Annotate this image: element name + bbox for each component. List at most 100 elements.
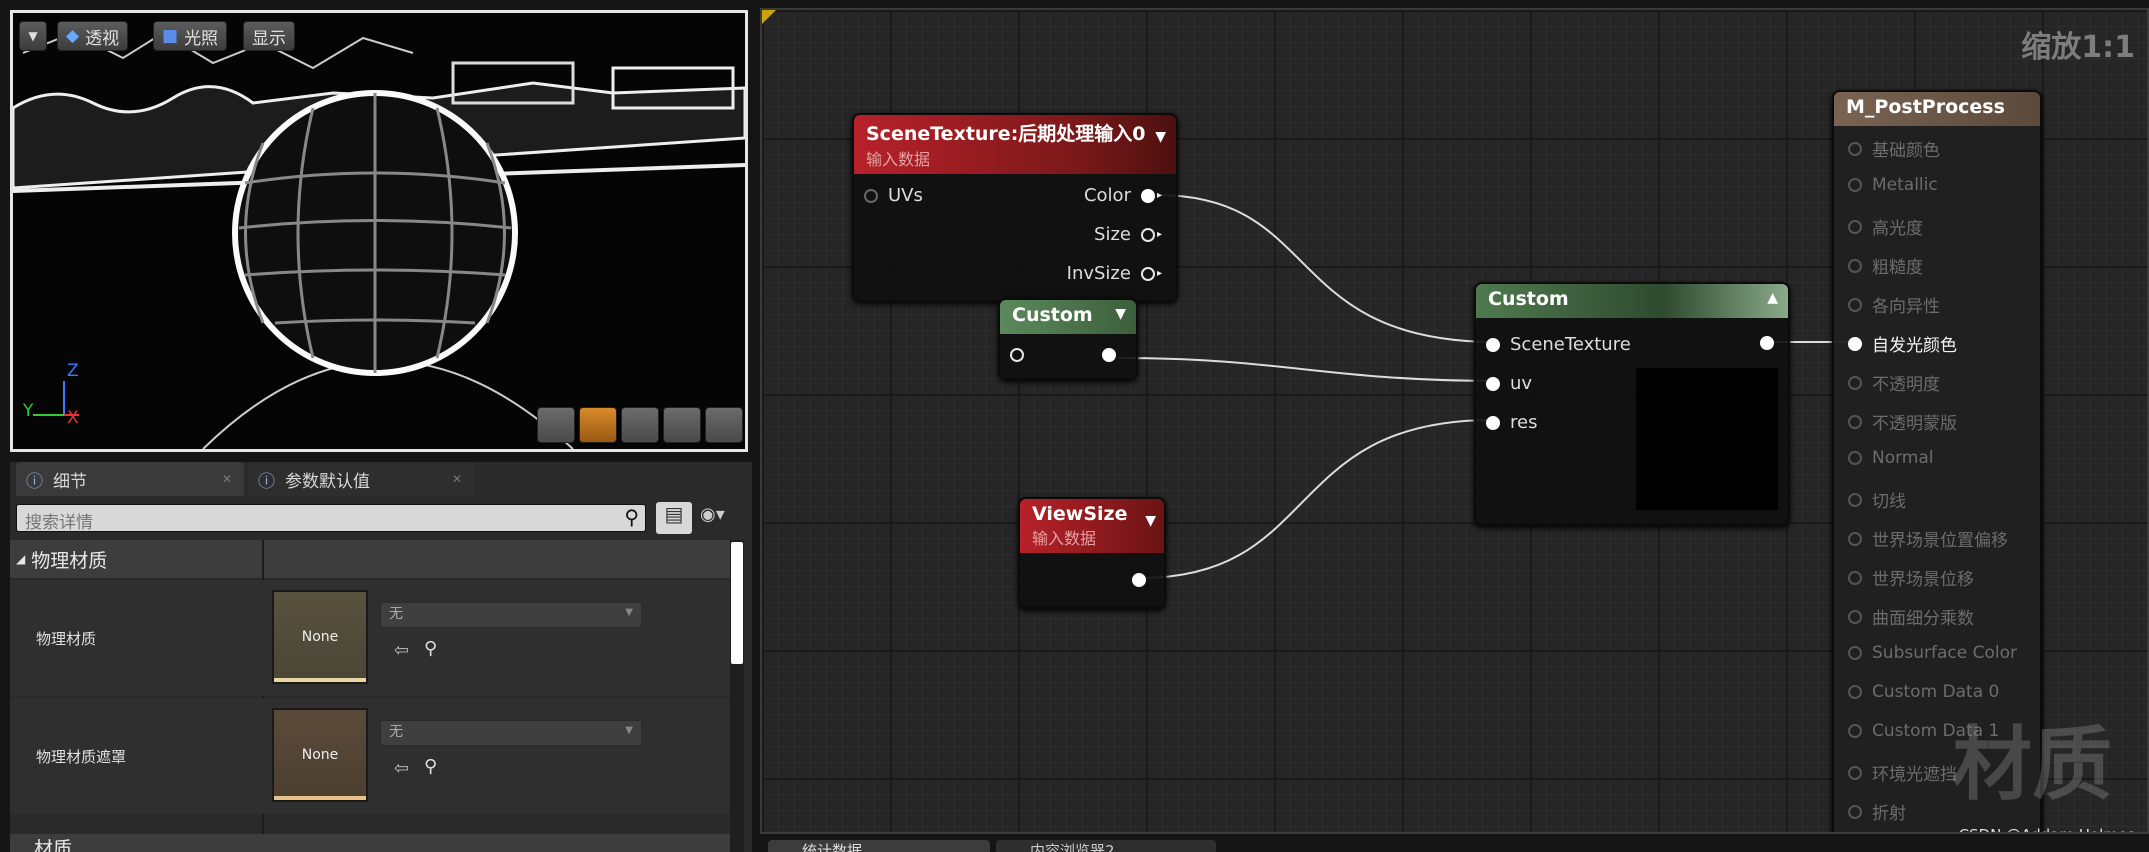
tab-details[interactable]: ⓘ 细节 ✕ bbox=[16, 462, 244, 496]
credit-text: CSDN @Addam Holmes bbox=[1959, 826, 2135, 832]
input-pin-icon[interactable] bbox=[1848, 336, 1862, 351]
cylinder-preview-button[interactable] bbox=[537, 407, 575, 443]
browse-search-icon[interactable]: ⚲ bbox=[424, 638, 437, 659]
output-pin-icon[interactable] bbox=[1102, 348, 1116, 362]
custom-small-node[interactable]: Custom ▼ bbox=[998, 298, 1138, 380]
tab-statistics[interactable]: 统计数据 bbox=[768, 840, 990, 852]
result-pin[interactable]: 不透明蒙版 bbox=[1848, 409, 1957, 434]
collapse-arrow-icon[interactable]: ▼ bbox=[1115, 306, 1126, 322]
input-pin-icon[interactable] bbox=[1848, 414, 1862, 429]
scene-texture-node[interactable]: SceneTexture:后期处理输入0 输入数据 ▼ UVs Color ▸ … bbox=[852, 113, 1178, 302]
lighting-button[interactable]: ■ 光照 bbox=[153, 21, 228, 51]
sphere-preview-button[interactable] bbox=[579, 407, 617, 443]
custom-main-node[interactable]: Custom ▲ SceneTexture uv res bbox=[1474, 282, 1790, 526]
tab-parameter-defaults[interactable]: ⓘ 参数默认值 ✕ bbox=[248, 462, 474, 496]
pin-res[interactable]: res bbox=[1486, 412, 1537, 433]
pin-scenetexture[interactable]: SceneTexture bbox=[1486, 334, 1631, 355]
result-pin[interactable]: 自发光颜色 bbox=[1848, 331, 1957, 356]
result-pin[interactable]: 环境光遮挡 bbox=[1848, 760, 1957, 785]
result-pin[interactable]: 各向异性 bbox=[1848, 292, 1940, 317]
viewsize-node[interactable]: ViewSize 输入数据 ▼ bbox=[1018, 497, 1166, 609]
input-pin-icon[interactable] bbox=[1848, 141, 1862, 156]
scrollbar-thumb[interactable] bbox=[731, 542, 743, 664]
asset-picker-combo[interactable]: 无 ▼ bbox=[380, 720, 642, 746]
cube-preview-button[interactable] bbox=[663, 407, 701, 443]
input-pin-icon[interactable] bbox=[1848, 609, 1862, 624]
asset-thumbnail[interactable]: None bbox=[272, 708, 368, 802]
show-button[interactable]: 显示 bbox=[243, 21, 295, 51]
input-pin-icon[interactable] bbox=[1848, 570, 1862, 585]
preview-viewport[interactable]: ▼ ◆ 透视 ■ 光照 显示 Z Y X bbox=[10, 10, 748, 452]
result-pin[interactable]: Metallic bbox=[1848, 175, 1938, 195]
property-row: 物理材质 None 无 ▼ ⇦ ⚲ bbox=[10, 580, 730, 696]
node-header[interactable]: M_PostProcess bbox=[1834, 92, 2040, 126]
result-pin[interactable]: 不透明度 bbox=[1848, 370, 1940, 395]
node-header[interactable]: ViewSize 输入数据 ▼ bbox=[1020, 499, 1164, 553]
input-pin-icon[interactable] bbox=[1848, 685, 1862, 699]
view-options-button[interactable]: ▤ bbox=[656, 502, 692, 534]
use-selected-arrow-icon[interactable]: ⇦ bbox=[394, 758, 409, 779]
output-pin-icon[interactable] bbox=[1760, 336, 1774, 350]
input-pin-icon[interactable] bbox=[1848, 765, 1862, 780]
input-pin-icon[interactable] bbox=[1848, 531, 1862, 546]
collapse-arrow-icon[interactable]: ▲ bbox=[1767, 290, 1778, 306]
input-pin-icon[interactable] bbox=[1848, 297, 1862, 312]
asset-thumbnail[interactable]: None bbox=[272, 590, 368, 684]
node-header[interactable]: Custom ▲ bbox=[1476, 284, 1788, 318]
input-pin-icon[interactable] bbox=[1010, 348, 1024, 362]
result-pin[interactable]: 折射 bbox=[1848, 799, 1906, 824]
result-pin[interactable]: 世界场景位置偏移 bbox=[1848, 526, 2008, 551]
input-pin-icon[interactable] bbox=[1486, 415, 1500, 430]
input-pin-icon[interactable] bbox=[1486, 376, 1500, 391]
viewport-options-button[interactable]: ▼ bbox=[19, 21, 47, 51]
result-pin[interactable]: 基础颜色 bbox=[1848, 136, 1940, 161]
result-pin[interactable]: 粗糙度 bbox=[1848, 253, 1923, 278]
close-icon[interactable]: ✕ bbox=[222, 472, 232, 486]
material-graph[interactable]: 缩放1:1 SceneTexture:后期处理输入0 输入数据 ▼ UVs Co… bbox=[760, 8, 2149, 834]
result-pin[interactable]: Subsurface Color bbox=[1848, 643, 2017, 663]
collapse-arrow-icon[interactable]: ▼ bbox=[1145, 513, 1156, 529]
result-pin[interactable]: 曲面细分乘数 bbox=[1848, 604, 1974, 629]
input-pin-icon[interactable] bbox=[1848, 492, 1862, 507]
use-selected-arrow-icon[interactable]: ⇦ bbox=[394, 640, 409, 661]
input-pin-icon[interactable] bbox=[1848, 258, 1862, 273]
input-pin-icon[interactable] bbox=[1848, 178, 1862, 192]
result-pin[interactable]: Normal bbox=[1848, 448, 1934, 468]
close-icon[interactable]: ✕ bbox=[452, 472, 462, 486]
input-pin-icon[interactable] bbox=[1848, 375, 1862, 390]
scrollbar[interactable] bbox=[730, 540, 744, 852]
result-pin[interactable]: 世界场景位移 bbox=[1848, 565, 1974, 590]
collapse-arrow-icon[interactable]: ▼ bbox=[1155, 129, 1166, 145]
pin-size[interactable]: Size ▸ bbox=[1094, 224, 1162, 245]
search-input[interactable]: 搜索详情 ⚲ bbox=[16, 504, 646, 533]
input-pin-icon[interactable] bbox=[1848, 451, 1862, 465]
result-pin[interactable]: 高光度 bbox=[1848, 214, 1923, 239]
tab-content-browser[interactable]: 内容浏览器2 bbox=[996, 840, 1216, 852]
input-pin-icon[interactable] bbox=[1486, 337, 1500, 352]
plane-preview-button[interactable] bbox=[621, 407, 659, 443]
input-pin-icon[interactable] bbox=[864, 188, 878, 203]
output-pin-icon[interactable] bbox=[1132, 573, 1146, 587]
input-pin-icon[interactable] bbox=[1848, 646, 1862, 660]
pin-color[interactable]: Color ▸ bbox=[1084, 185, 1162, 206]
pin-uv[interactable]: uv bbox=[1486, 373, 1532, 394]
visibility-dropdown[interactable]: ◉▾ bbox=[700, 504, 725, 525]
result-pin[interactable]: 切线 bbox=[1848, 487, 1906, 512]
category-material[interactable]: 材质 bbox=[10, 834, 730, 852]
node-header[interactable]: SceneTexture:后期处理输入0 输入数据 ▼ bbox=[854, 115, 1176, 174]
pin-invsize[interactable]: InvSize ▸ bbox=[1067, 263, 1162, 284]
category-physical-material[interactable]: ◢ 物理材质 bbox=[10, 540, 730, 578]
input-pin-icon[interactable] bbox=[1848, 804, 1862, 819]
node-header[interactable]: Custom ▼ bbox=[1000, 300, 1136, 334]
pin-uvs[interactable]: UVs bbox=[864, 185, 923, 206]
browse-search-icon[interactable]: ⚲ bbox=[424, 756, 437, 777]
asset-picker-combo[interactable]: 无 ▼ bbox=[380, 602, 642, 628]
output-pin-icon[interactable] bbox=[1140, 188, 1155, 203]
input-pin-icon[interactable] bbox=[1848, 724, 1862, 738]
output-pin-icon[interactable] bbox=[1140, 227, 1155, 242]
teapot-preview-button[interactable] bbox=[705, 407, 743, 443]
output-pin-icon[interactable] bbox=[1140, 266, 1155, 281]
perspective-button[interactable]: ◆ 透视 bbox=[57, 21, 129, 51]
input-pin-icon[interactable] bbox=[1848, 219, 1862, 234]
result-pin[interactable]: Custom Data 0 bbox=[1848, 682, 1999, 702]
